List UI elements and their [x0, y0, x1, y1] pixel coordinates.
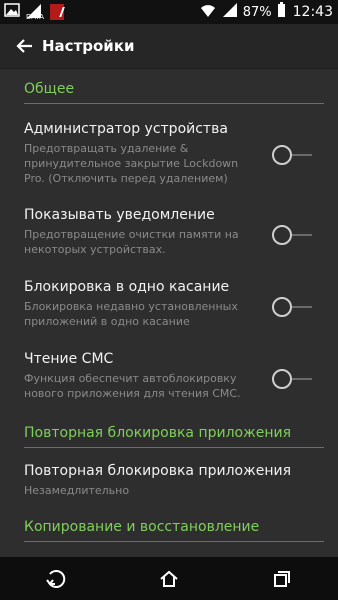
setting-description: Блокировка недавно установленных приложе…	[24, 300, 238, 328]
sms-reading-toggle[interactable]	[272, 369, 314, 389]
wifi-icon	[199, 2, 217, 22]
battery-percent: 87%	[242, 4, 272, 20]
setting-show-notification[interactable]: Показывать уведомление Предотвращение оч…	[24, 205, 324, 257]
battery-icon	[277, 2, 286, 22]
setting-device-admin[interactable]: Администратор устройства Предотвращать у…	[24, 119, 324, 186]
setting-relock-app[interactable]: Повторная блокировка приложения Незамедл…	[24, 461, 324, 498]
section-header-backup: Копирование и восстановление	[24, 519, 324, 542]
device-admin-toggle[interactable]	[272, 145, 314, 165]
back-nav-icon[interactable]	[36, 564, 76, 594]
setting-description: Функция обеспечит автоблокировку нового …	[24, 372, 241, 400]
page-title: Настройки	[42, 37, 135, 55]
section-header-relock: Повторная блокировка приложения	[24, 425, 324, 448]
app-bar: Настройки	[0, 24, 338, 69]
show-notification-toggle[interactable]	[272, 225, 314, 245]
one-tap-lock-toggle[interactable]	[272, 297, 314, 317]
clock: 12:43	[292, 4, 333, 20]
recents-nav-icon[interactable]	[262, 564, 302, 594]
setting-one-tap-lock[interactable]: Блокировка в одно касание Блокировка нед…	[24, 277, 324, 329]
setting-description: Незамедлительно	[24, 484, 130, 497]
section-header-general: Общее	[24, 81, 324, 104]
setting-description: Предотвращать удаление & принудительное …	[24, 142, 239, 185]
settings-list: Общее Администратор устройства Предотвра…	[0, 69, 338, 557]
kaspersky-icon	[50, 4, 65, 20]
setting-title: Блокировка в одно касание	[24, 279, 230, 295]
setting-title: Администратор устройства	[24, 121, 228, 137]
navigation-bar	[0, 557, 338, 600]
data-indicator: DATA	[26, 3, 44, 21]
setting-title: Показывать уведомление	[24, 207, 215, 223]
signal-icon	[222, 2, 238, 22]
setting-description: Предотвращение очистки памяти на некотор…	[24, 228, 239, 256]
status-bar: DATA 87% 12:43	[0, 0, 338, 24]
back-arrow-icon[interactable]	[14, 36, 34, 56]
setting-sms-reading[interactable]: Чтение СМС Функция обеспечит автоблокиро…	[24, 349, 324, 401]
setting-title: Повторная блокировка приложения	[24, 463, 291, 479]
image-icon	[4, 3, 20, 21]
home-nav-icon[interactable]	[149, 564, 189, 594]
setting-title: Чтение СМС	[24, 351, 114, 367]
